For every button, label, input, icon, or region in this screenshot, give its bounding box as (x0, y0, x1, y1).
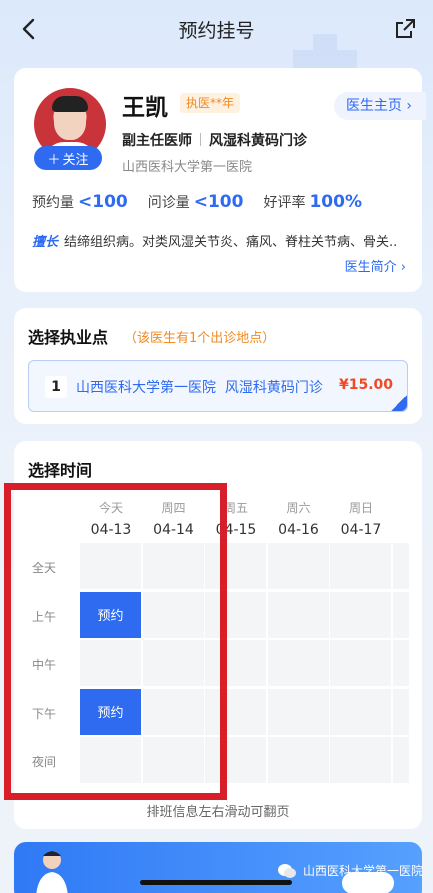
schedule-cell (392, 688, 409, 735)
schedule-cell (267, 543, 329, 589)
schedule-section-title: 选择时间 (28, 461, 93, 480)
schedule-cell (330, 737, 391, 783)
scroll-tip: 排班信息左右滑动可翻页 (146, 805, 290, 820)
share-icon (396, 19, 415, 38)
experience-badge: 执医**年 (180, 93, 241, 113)
expertise-content: 结缔组织病。对类风湿关节炎、痛风、脊柱关节病、骨关.. (64, 235, 398, 250)
page-title: 预约挂号 (178, 20, 255, 42)
location-name: 山西医科大学第一医院 风湿科黄码门诊 (76, 380, 323, 396)
doctor-title: 副主任医师 (122, 133, 192, 149)
schedule-cell (330, 640, 391, 686)
wechat-icon (277, 863, 296, 878)
schedule-cell (392, 640, 409, 686)
share-button[interactable] (391, 14, 419, 44)
location-price: ¥15.00 (338, 377, 393, 393)
schedule-cell (392, 591, 409, 638)
stat-consultations: 问诊量 <100 (147, 192, 244, 212)
doctor-intro-link[interactable]: 医生简介 › (345, 256, 406, 275)
location-card: 选择执业点 （该医生有1个出诊地点） 1 山西医科大学第一医院 风湿科黄码门诊 … (14, 308, 422, 424)
doctor-illustration-icon (36, 851, 68, 893)
location-section-title: 选择执业点 (28, 328, 109, 347)
schedule-cell (392, 543, 409, 589)
schedule-cell (330, 543, 391, 589)
expertise-tag: 擅长 (32, 235, 59, 250)
home-indicator (140, 880, 292, 885)
day-date-label: 04-16 (278, 522, 319, 538)
doctor-name: 王凯 (122, 95, 168, 121)
nav-bar: 预约挂号 (0, 0, 433, 58)
doctor-card: ＋ 关注 王凯 执医**年 医生主页 › 副主任医师 风湿科黄码门诊 山西医科大学… (14, 68, 426, 292)
day-header: 周日 04-17 (330, 499, 392, 538)
schedule-cell (267, 688, 329, 735)
location-note: （该医生有1个出诊地点） (124, 331, 276, 346)
day-week-label: 周日 (348, 501, 373, 515)
stat-appointments: 预约量 <100 (32, 192, 128, 212)
schedule-cell (267, 737, 329, 783)
chevron-right-icon: › (400, 260, 406, 275)
watermark: 山西医科大学第一医院 (277, 862, 423, 879)
follow-button[interactable]: ＋ 关注 (34, 146, 102, 170)
expertise-text: 擅长 结缔组织病。对类风湿关节炎、痛风、脊柱关节病、骨关.. (32, 232, 406, 254)
doctor-hospital: 山西医科大学第一医院 (122, 160, 253, 175)
doctor-home-label: 医生主页 (345, 98, 402, 114)
schedule-cell (267, 591, 329, 638)
follow-label: 关注 (62, 152, 89, 168)
schedule-cell (330, 688, 391, 735)
plus-icon: ＋ (47, 152, 61, 168)
doctor-stats: 预约量 <100 问诊量 <100 好评率 100% (32, 192, 382, 212)
schedule-cell (267, 640, 329, 686)
selected-check-icon (391, 395, 407, 411)
schedule-cell (392, 737, 409, 783)
location-option[interactable]: 1 山西医科大学第一医院 风湿科黄码门诊 ¥15.00 (28, 360, 408, 412)
location-index: 1 (45, 376, 67, 398)
chevron-right-icon: › (406, 98, 412, 114)
doctor-department: 风湿科黄码门诊 (209, 133, 307, 149)
doctor-titles: 副主任医师 风湿科黄码门诊 (122, 130, 307, 150)
day-date-label: 04-17 (340, 522, 382, 538)
schedule-cell (330, 591, 391, 638)
stat-rating: 好评率 100% (263, 192, 362, 212)
highlight-annotation-box (4, 483, 227, 800)
doctor-home-button[interactable]: 医生主页 › (333, 92, 426, 120)
day-week-label: 周六 (286, 501, 311, 515)
day-header: 周六 04-16 (268, 499, 330, 538)
